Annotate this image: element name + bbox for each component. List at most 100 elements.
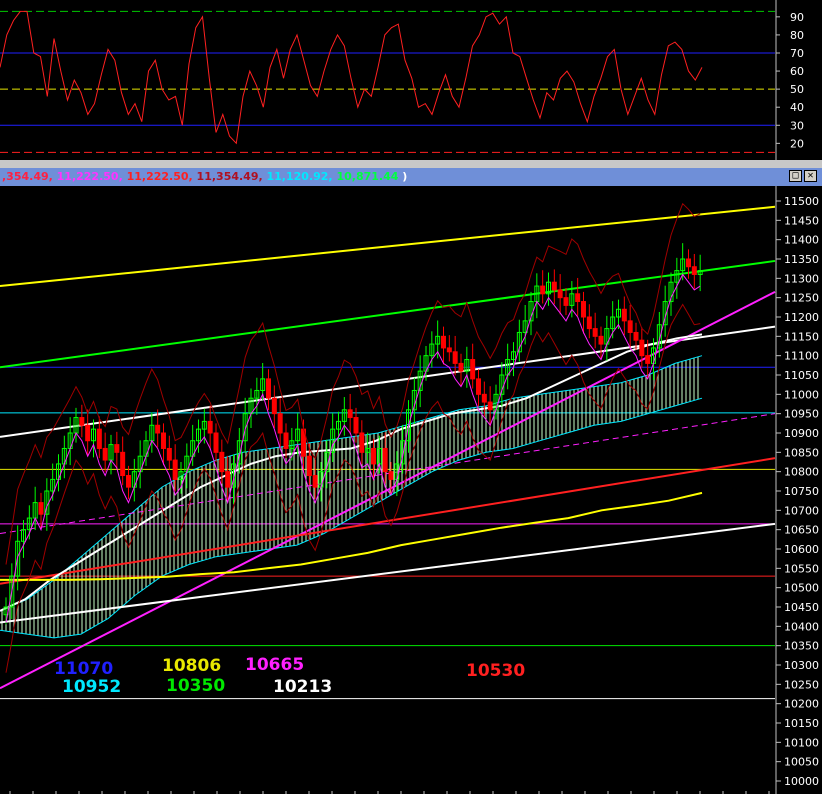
candle-body: [114, 444, 120, 453]
candle-body: [458, 362, 464, 372]
level-label-10350: 10350: [166, 676, 226, 696]
price-tick-label: 10800: [784, 466, 819, 479]
candle-body: [353, 417, 359, 434]
level-label-10530: 10530: [466, 661, 526, 681]
chart-titlebar: ,354.49, 11,222.50, 11,222.50, 11,354.49…: [0, 168, 822, 186]
price-chart: 11500 11450 11400 11350 11300 11250 11200 11150…: [0, 186, 819, 794]
candle-body: [85, 424, 91, 442]
price-tick-label: 11400: [784, 234, 819, 247]
price-tick-label: 11150: [784, 330, 819, 343]
price-tick-label: 10750: [784, 485, 819, 498]
rsi-panel: 90 80 70 60 50 40 30 20: [0, 0, 822, 160]
candle-body: [283, 432, 289, 449]
candle-body: [166, 447, 172, 461]
restore-button[interactable]: □: [789, 170, 802, 182]
candle-body: [96, 428, 102, 449]
price-tick-label: 10000: [784, 775, 819, 788]
price-tick-label: 10350: [784, 640, 819, 653]
price-tick-label: 10650: [784, 524, 819, 537]
candle-body: [691, 266, 697, 275]
price-tick-label: 10250: [784, 678, 819, 691]
price-tick-label: 11450: [784, 214, 819, 227]
dashed-trendline: [0, 413, 776, 535]
indicator-value: ,354.49,: [2, 170, 53, 183]
candle-body: [213, 432, 219, 453]
candle-body: [446, 347, 452, 353]
price-tick-label: 10950: [784, 408, 819, 421]
price-tick-label: 11050: [784, 369, 819, 382]
candle-body: [470, 359, 476, 380]
level-label-10952: 10952: [62, 677, 122, 697]
rsi-tick-label: 70: [790, 47, 804, 60]
candle-body: [581, 301, 586, 318]
price-tick-label: 11500: [784, 195, 819, 208]
rsi-tick-label: 80: [790, 29, 804, 42]
candle-body: [79, 417, 85, 426]
price-tick-label: 10550: [784, 562, 819, 575]
price-tick-label: 10050: [784, 756, 819, 769]
candle-body: [452, 351, 458, 364]
close-button[interactable]: ✕: [804, 170, 817, 182]
candle-body: [271, 397, 277, 415]
panel-divider[interactable]: [0, 160, 822, 168]
rsi-tick-label: 50: [790, 83, 804, 96]
candle-body: [476, 378, 481, 395]
candle-body: [557, 289, 563, 299]
rsi-tick-label: 60: [790, 65, 804, 78]
price-tick-label: 10900: [784, 427, 819, 440]
trendline: [0, 205, 776, 288]
price-tick-label: 10700: [784, 504, 819, 517]
candle-body: [306, 455, 312, 477]
price-tick-label: 10600: [784, 543, 819, 556]
candle-body: [586, 316, 592, 330]
candle-body: [382, 447, 388, 473]
candle-body: [592, 328, 598, 337]
indicator-value: 11,120.92,: [262, 170, 333, 183]
candle-body: [633, 331, 639, 341]
indicator-value: 10,871.44: [332, 170, 399, 183]
lower-band: [5, 303, 701, 673]
candle-body: [563, 297, 569, 306]
candle-body: [686, 258, 691, 268]
candle-body: [266, 378, 271, 399]
candle-body: [481, 393, 487, 403]
price-tick-label: 11300: [784, 272, 819, 285]
candle-body: [598, 335, 604, 345]
indicator-value: 11,222.50,: [52, 170, 123, 183]
candle-body: [172, 459, 178, 480]
candle-body: [639, 339, 645, 357]
price-tick-label: 11250: [784, 292, 819, 305]
candle-body: [359, 432, 365, 453]
indicator-values: ,354.49, 11,222.50, 11,222.50, 11,354.49…: [2, 170, 407, 183]
candle-body: [38, 502, 44, 515]
candle-body: [347, 409, 353, 419]
candle-body: [219, 451, 225, 473]
price-tick-label: 10100: [784, 736, 819, 749]
candle-body: [312, 475, 318, 488]
candle-body: [645, 355, 651, 364]
price-tick-label: 10500: [784, 582, 819, 595]
indicator-value: 11,222.50,: [122, 170, 193, 183]
level-label-11070: 11070: [54, 659, 114, 679]
candle-body: [225, 471, 231, 488]
candle-body: [441, 335, 446, 349]
indicator-value: 11,354.49,: [192, 170, 263, 183]
candle-body: [551, 281, 557, 291]
candle-body: [575, 293, 581, 303]
candle-body: [161, 432, 166, 449]
candle-body: [371, 447, 376, 465]
candle-body: [388, 471, 394, 480]
rsi-line: [0, 10, 703, 145]
price-tick-label: 11100: [784, 350, 819, 363]
rsi-tick-label: 40: [790, 101, 804, 114]
candle-body: [627, 320, 633, 333]
candle-body: [126, 475, 131, 488]
level-label-10213: 10213: [273, 677, 333, 697]
price-tick-label: 11350: [784, 253, 819, 266]
rsi-tick-label: 90: [790, 11, 804, 24]
price-tick-label: 10850: [784, 446, 819, 459]
candle-body: [621, 308, 627, 322]
level-label-10806: 10806: [162, 656, 222, 676]
price-tick-label: 10200: [784, 698, 819, 711]
candle-body: [487, 401, 493, 411]
